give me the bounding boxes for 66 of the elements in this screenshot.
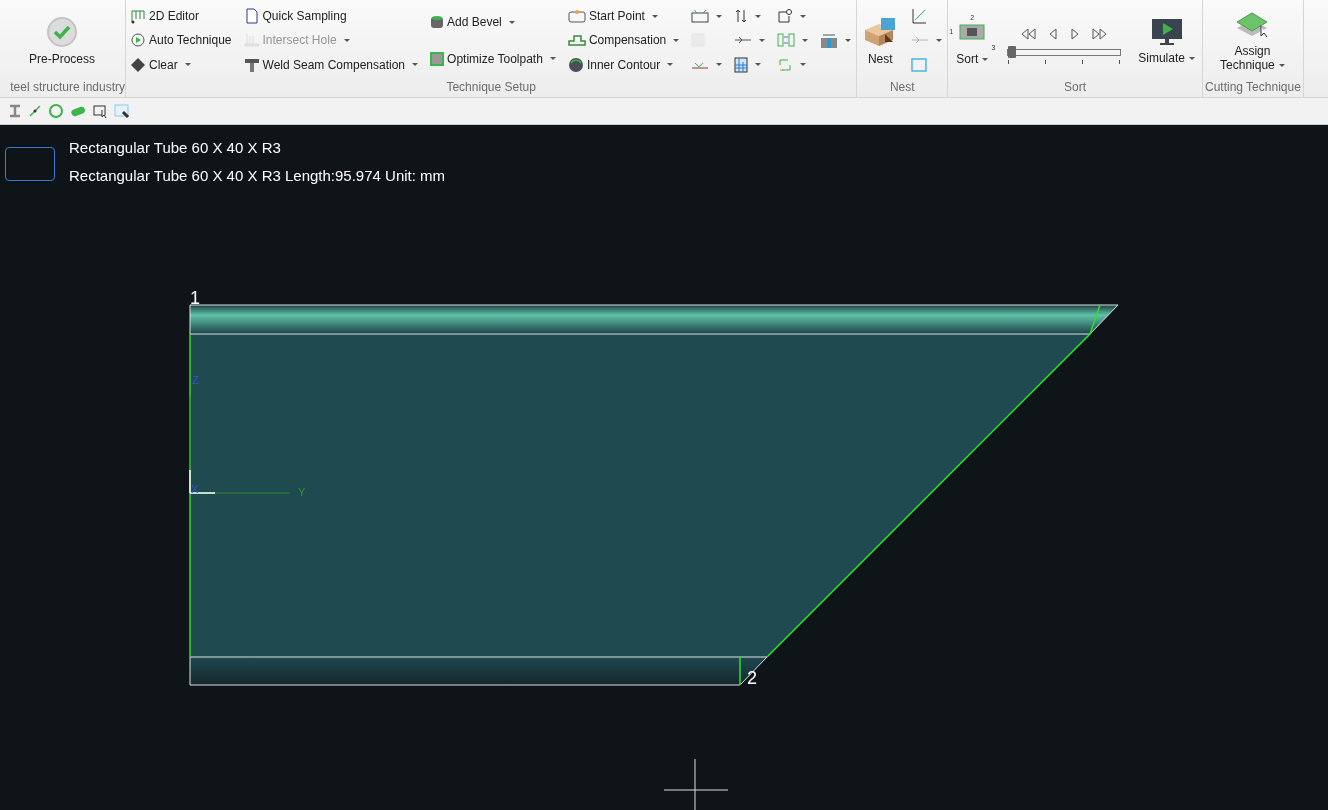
i-beam-icon[interactable] (8, 104, 22, 118)
ribbon-button[interactable]: Pre-Process (25, 4, 99, 77)
ribbon-button[interactable]: Start Point (565, 5, 682, 28)
group-label: teel structure industry (9, 79, 125, 96)
ribbon-button[interactable]: Clear (128, 53, 234, 76)
frame-icon (911, 57, 928, 72)
part-title: Rectangular Tube 60 X 40 X R3 (69, 139, 282, 156)
rectangle-icon (567, 9, 586, 24)
rewind-icon[interactable] (1020, 27, 1037, 41)
slider-track[interactable] (1007, 49, 1122, 56)
step-forward-icon[interactable] (1070, 27, 1081, 41)
step-back-icon[interactable] (1048, 27, 1059, 41)
ribbon-button[interactable]: Compensation (565, 29, 682, 52)
crosshair-cursor (663, 758, 729, 810)
rounded-square-icon (777, 8, 794, 25)
ribbon-button[interactable]: Weld Seam Compensation (241, 53, 421, 76)
rectangle-icon (691, 9, 710, 24)
monitor-play-icon (1150, 16, 1183, 47)
diagonal-arrow-icon[interactable] (28, 104, 42, 118)
part-preview (5, 147, 55, 181)
vertex-label: 2 (747, 668, 757, 688)
fast-forward-icon[interactable] (1092, 27, 1109, 41)
vertex-label: 1 (190, 288, 200, 308)
group-label: Sort (1063, 79, 1088, 96)
t-beam-icon (243, 56, 260, 73)
zipper-icon (820, 32, 839, 49)
frame-icon (130, 8, 146, 25)
split-arrows-icon (777, 32, 796, 49)
outline-icon (567, 33, 586, 48)
axis-label: Y (298, 486, 306, 498)
refresh-play-icon (130, 32, 146, 49)
axis-label: X (191, 483, 199, 495)
frame-cursor-icon[interactable] (114, 103, 130, 119)
ribbon-button[interactable]: Nest (859, 4, 902, 77)
ribbon-button[interactable]: Quick Sampling (241, 5, 421, 28)
boxes-icon (863, 15, 898, 48)
selection-icon[interactable] (92, 104, 108, 118)
arrow-icon (911, 35, 930, 46)
ribbon-button[interactable]: Inner Contour (565, 53, 682, 76)
group-label: Nest (888, 79, 916, 96)
diagonal-line-icon (911, 8, 928, 25)
ribbon-button[interactable]: Add Bevel (428, 11, 558, 34)
ribbon-button[interactable]: Assign Technique (1210, 4, 1295, 77)
grid-icon (734, 56, 749, 73)
axis-label: Z (192, 374, 199, 386)
slider-thumb[interactable] (1008, 46, 1017, 58)
checkmark-icon (46, 15, 78, 48)
square-icon (430, 51, 445, 66)
ribbon-button[interactable]: 2D Editor (128, 5, 234, 28)
group-label: Technique Setup (445, 79, 537, 96)
drawing-canvas[interactable]: Rectangular Tube 60 X 40 X R3 Rectangular Tube 60 X 40 X R3 Length:95.974 Unit: mm 1 2 Z X Y (0, 125, 1328, 810)
ribbon-button[interactable]: Simulate (1134, 4, 1199, 77)
cylinder-icon (430, 14, 445, 31)
arrow-icon (734, 35, 753, 46)
group-label: Cutting Technique (1204, 79, 1301, 96)
up-down-arrows-icon (734, 8, 749, 25)
cycle-arrows-icon (777, 56, 794, 73)
part-details: Rectangular Tube 60 X 40 X R3 Length:95.974 Unit: mm (69, 167, 446, 184)
comb-icon (243, 32, 260, 49)
circle-icon[interactable] (48, 103, 64, 119)
circle-icon (567, 56, 584, 73)
document-icon (243, 8, 260, 25)
ribbon-button[interactable]: Auto Technique (128, 29, 234, 52)
ribbon-button[interactable]: Optimize Toolpath (428, 47, 558, 70)
eraser-icon (130, 56, 146, 73)
tube-icon[interactable] (70, 104, 86, 118)
